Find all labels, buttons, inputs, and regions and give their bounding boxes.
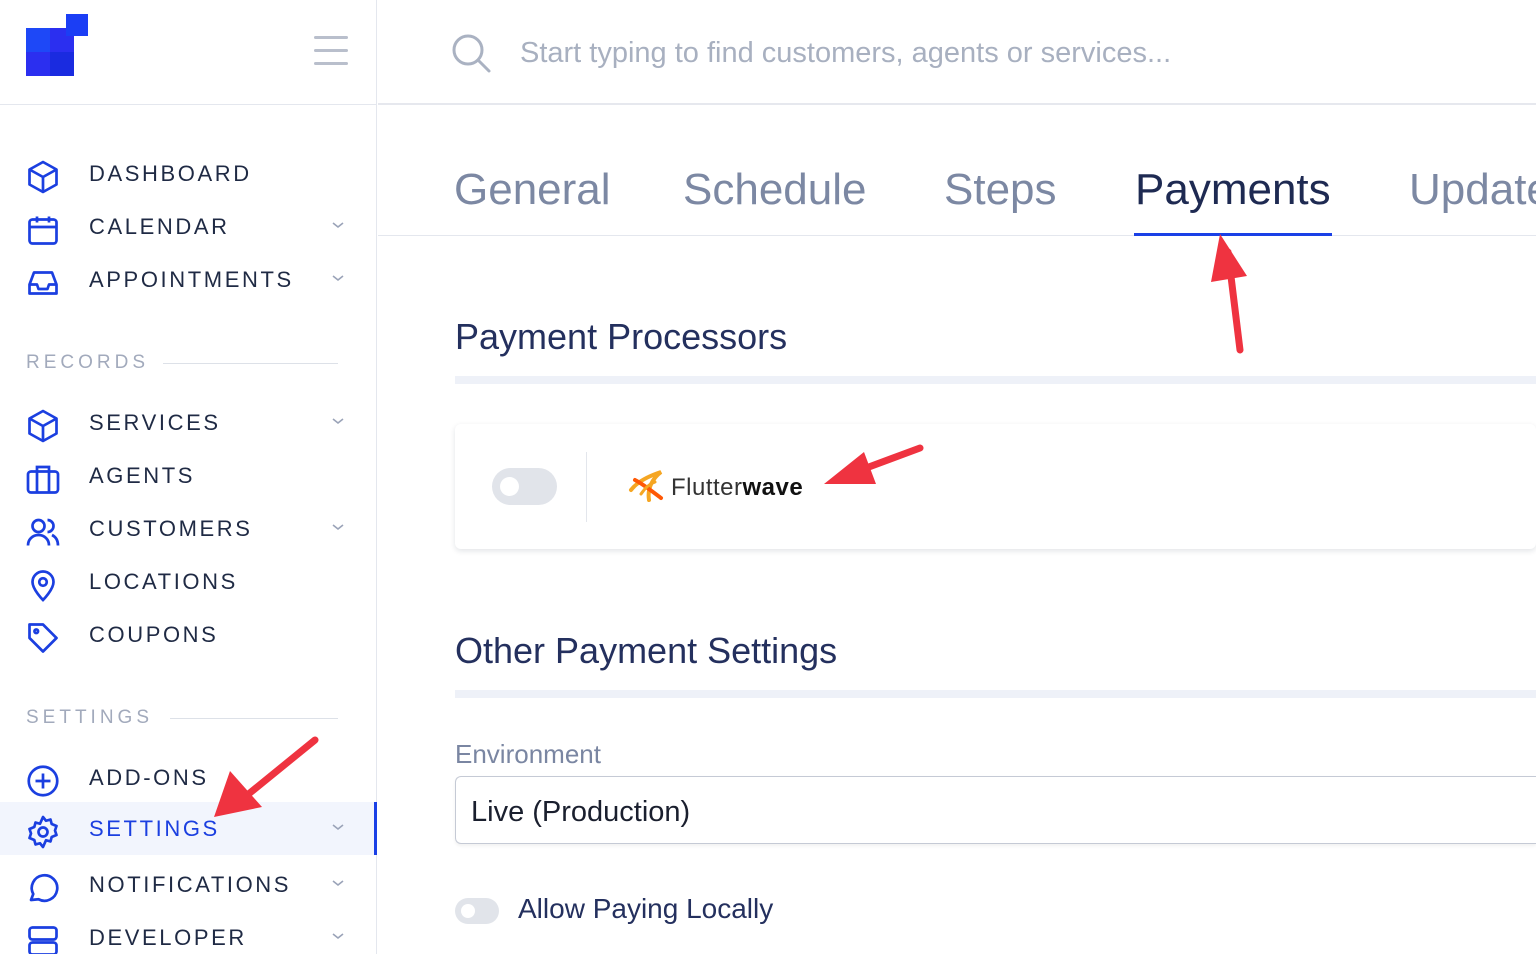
sidebar: DASHBOARD CALENDAR APPOINTMENTS RECORDS … — [0, 0, 377, 954]
chevron-down-icon[interactable] — [331, 273, 345, 283]
settings-tabs: General Schedule Steps Payments Update — [378, 105, 1536, 236]
sidebar-item-settings[interactable]: SETTINGS — [0, 802, 377, 855]
sidebar-item-locations[interactable]: LOCATIONS — [0, 555, 377, 608]
sidebar-item-label: CALENDAR — [89, 213, 230, 239]
sidebar-item-notifications[interactable]: NOTIFICATIONS — [0, 858, 377, 911]
allow-paying-locally-label: Allow Paying Locally — [518, 893, 774, 924]
chevron-down-icon[interactable] — [331, 416, 345, 426]
server-icon — [25, 923, 61, 954]
cube-icon — [25, 408, 61, 444]
search-icon[interactable] — [450, 32, 492, 74]
tab-general[interactable]: General — [454, 165, 611, 215]
divider — [163, 363, 338, 364]
sidebar-item-label: APPOINTMENTS — [89, 266, 294, 292]
active-tab-indicator — [1134, 233, 1332, 236]
sidebar-item-services[interactable]: SERVICES — [0, 396, 377, 449]
sidebar-item-label: LOCATIONS — [89, 568, 238, 594]
environment-selected-value: Live (Production) — [471, 796, 691, 828]
sidebar-item-add-ons[interactable]: ADD-ONS — [0, 751, 377, 804]
processor-card-flutterwave: Flutterwave — [455, 424, 1536, 549]
map-pin-icon — [25, 567, 61, 603]
chevron-down-icon[interactable] — [331, 522, 345, 532]
tab-schedule[interactable]: Schedule — [683, 165, 866, 215]
flutterwave-toggle[interactable] — [492, 468, 557, 505]
sidebar-header — [0, 0, 376, 105]
calendar-icon — [25, 212, 61, 248]
tab-update[interactable]: Update — [1409, 165, 1536, 215]
menu-toggle-icon[interactable] — [314, 36, 348, 66]
gear-icon — [25, 814, 61, 850]
plus-circle-icon — [25, 763, 61, 799]
section-divider — [455, 376, 1536, 384]
tab-steps[interactable]: Steps — [944, 165, 1057, 215]
top-search-bar — [378, 0, 1536, 105]
sidebar-item-appointments[interactable]: APPOINTMENTS — [0, 253, 377, 306]
sidebar-item-label: SETTINGS — [89, 815, 220, 841]
environment-label: Environment — [455, 739, 601, 769]
briefcase-icon — [25, 461, 61, 497]
search-input[interactable] — [520, 28, 1420, 78]
users-icon — [25, 514, 61, 550]
payment-processors-title: Payment Processors — [455, 316, 788, 357]
chevron-down-icon[interactable] — [331, 931, 345, 941]
sidebar-item-dashboard[interactable]: DASHBOARD — [0, 147, 377, 200]
sidebar-item-label: NOTIFICATIONS — [89, 871, 292, 897]
allow-paying-locally-toggle[interactable] — [455, 898, 499, 924]
sidebar-item-label: DASHBOARD — [89, 160, 252, 186]
chat-bubble-icon — [25, 870, 61, 906]
chevron-down-icon[interactable] — [331, 822, 345, 832]
sidebar-item-label: SERVICES — [89, 409, 221, 435]
cube-icon — [25, 159, 61, 195]
flutterwave-name: Flutterwave — [671, 474, 804, 501]
sidebar-item-label: AGENTS — [89, 462, 196, 488]
records-heading: RECORDS — [26, 352, 150, 373]
sidebar-item-label: DEVELOPER — [89, 924, 247, 950]
sidebar-item-label: ADD-ONS — [89, 764, 209, 790]
sidebar-item-agents[interactable]: AGENTS — [0, 449, 377, 502]
chevron-down-icon[interactable] — [331, 220, 345, 230]
sidebar-item-developer[interactable]: DEVELOPER — [0, 911, 377, 954]
tab-payments[interactable]: Payments — [1135, 165, 1331, 215]
sidebar-item-coupons[interactable]: COUPONS — [0, 608, 377, 661]
divider — [170, 718, 338, 719]
section-divider — [455, 690, 1536, 698]
settings-heading: SETTINGS — [26, 707, 154, 728]
divider — [586, 452, 587, 522]
environment-select[interactable]: Live (Production) — [455, 776, 1536, 844]
other-payment-settings-title: Other Payment Settings — [455, 630, 838, 671]
sidebar-item-customers[interactable]: CUSTOMERS — [0, 502, 377, 555]
inbox-icon — [25, 265, 61, 301]
app-logo[interactable] — [26, 14, 90, 76]
flutterwave-logo-icon — [629, 470, 663, 502]
annotation-arrow-payments-icon — [1211, 234, 1247, 354]
chevron-down-icon[interactable] — [331, 878, 345, 888]
sidebar-item-label: CUSTOMERS — [89, 515, 253, 541]
tag-icon — [25, 620, 61, 656]
sidebar-item-label: COUPONS — [89, 621, 219, 647]
sidebar-item-calendar[interactable]: CALENDAR — [0, 200, 377, 253]
